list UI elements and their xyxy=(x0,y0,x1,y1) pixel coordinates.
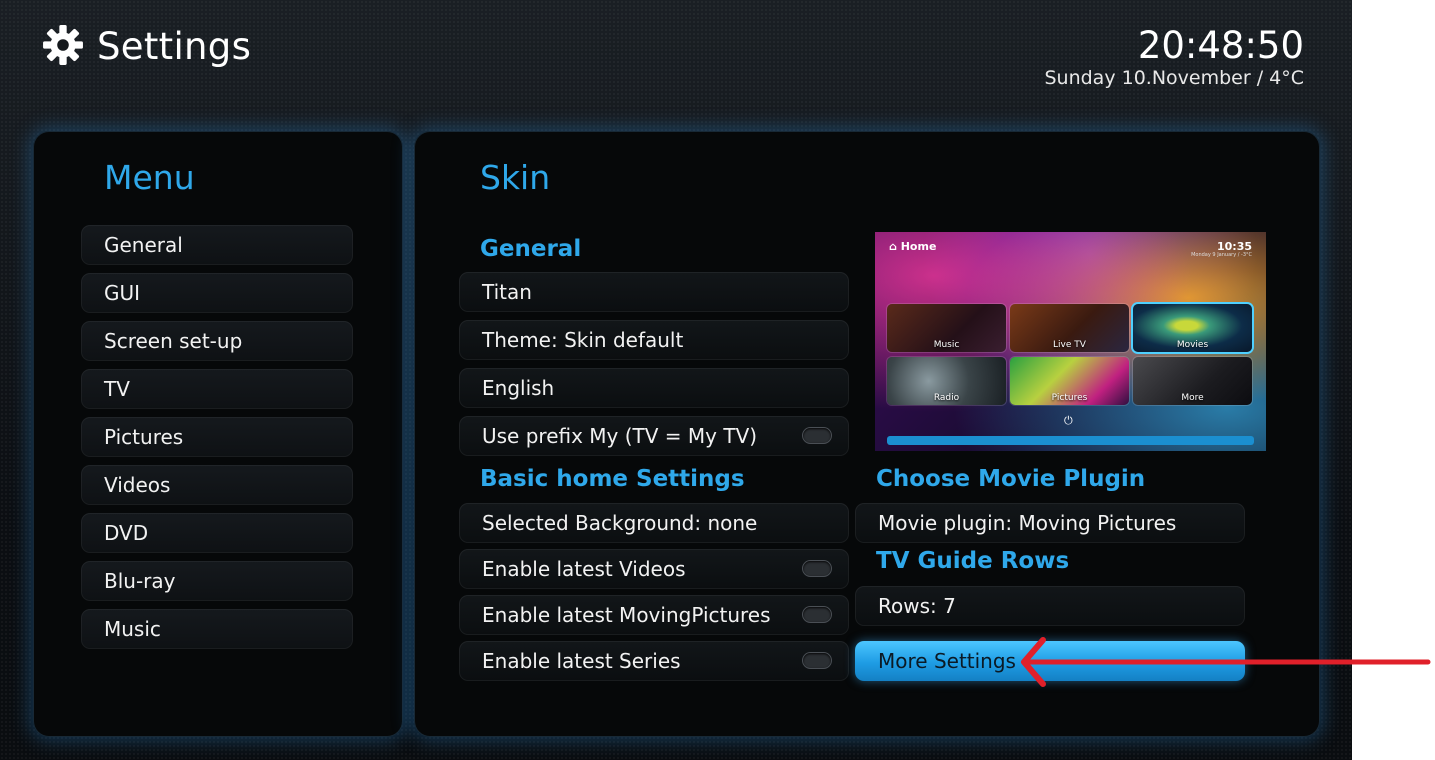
menu-heading: Menu xyxy=(104,158,195,197)
menu-item-dvd[interactable]: DVD xyxy=(81,513,353,553)
movie-plugin-select[interactable]: Movie plugin: Moving Pictures xyxy=(855,503,1245,543)
preview-tile-label: Radio xyxy=(933,393,960,403)
latest-videos-toggle[interactable] xyxy=(803,561,831,576)
preview-tile-pictures: Pictures xyxy=(1010,357,1129,405)
section-general: General xyxy=(480,236,582,262)
prefix-toggle-row[interactable]: Use prefix My (TV = My TV) xyxy=(459,416,849,456)
latest-series-label: Enable latest Series xyxy=(482,649,681,673)
power-icon: ⏻ xyxy=(1064,414,1073,427)
gear-icon xyxy=(43,25,83,65)
prefix-toggle[interactable] xyxy=(803,428,831,443)
theme-select[interactable]: Theme: Skin default xyxy=(459,320,849,360)
menu-item-bluray[interactable]: Blu-ray xyxy=(81,561,353,601)
menu-item-screen-setup[interactable]: Screen set-up xyxy=(81,321,353,361)
prefix-label: Use prefix My (TV = My TV) xyxy=(482,424,758,448)
preview-date: Monday 9 January / -3°C xyxy=(1191,252,1252,258)
preview-tile-livetv: Live TV xyxy=(1010,304,1129,352)
section-tv-guide-rows: TV Guide Rows xyxy=(876,548,1070,574)
preview-tile-music: Music xyxy=(887,304,1006,352)
skin-panel: Skin General Titan Theme: Skin default E… xyxy=(414,131,1320,737)
page-title: Settings xyxy=(97,25,252,68)
preview-tile-label: Music xyxy=(933,340,960,350)
mediaportal-screen: Settings 20:48:50 Sunday 10.November / 4… xyxy=(0,0,1352,760)
menu-item-tv[interactable]: TV xyxy=(81,369,353,409)
latest-series-toggle[interactable] xyxy=(803,653,831,668)
latest-movingpictures-toggle[interactable] xyxy=(803,607,831,622)
menu-item-general[interactable]: General xyxy=(81,225,353,265)
section-movie-plugin: Choose Movie Plugin xyxy=(876,466,1146,492)
preview-home-text: Home xyxy=(900,240,937,253)
section-basic-home: Basic home Settings xyxy=(480,466,745,492)
language-select[interactable]: English xyxy=(459,368,849,408)
preview-tile-label: Live TV xyxy=(1053,340,1086,350)
menu-panel: Menu General GUI Screen set-up TV Pictur… xyxy=(33,131,403,737)
preview-tile-label: Pictures xyxy=(1051,393,1088,403)
latest-movingpictures-row[interactable]: Enable latest MovingPictures xyxy=(459,595,849,635)
tv-guide-rows-select[interactable]: Rows: 7 xyxy=(855,586,1245,626)
preview-home-label: ⌂ Home xyxy=(889,240,936,253)
latest-series-row[interactable]: Enable latest Series xyxy=(459,641,849,681)
preview-tile-label: More xyxy=(1181,393,1204,403)
menu-item-music[interactable]: Music xyxy=(81,609,353,649)
preview-tile-radio: Radio xyxy=(887,357,1006,405)
preview-tile-more: More xyxy=(1133,357,1252,405)
skin-heading: Skin xyxy=(480,158,551,197)
date-weather: Sunday 10.November / 4°C xyxy=(1044,67,1304,89)
latest-videos-label: Enable latest Videos xyxy=(482,557,686,581)
latest-movingpictures-label: Enable latest MovingPictures xyxy=(482,603,771,627)
preview-tile-movies: Movies xyxy=(1133,304,1252,352)
more-settings-button[interactable]: More Settings xyxy=(855,641,1245,681)
background-select[interactable]: Selected Background: none xyxy=(459,503,849,543)
clock: 20:48:50 xyxy=(1137,24,1304,67)
preview-tile-label: Movies xyxy=(1176,340,1209,350)
menu-item-videos[interactable]: Videos xyxy=(81,465,353,505)
menu-item-gui[interactable]: GUI xyxy=(81,273,353,313)
preview-ticker-bar xyxy=(887,436,1254,445)
skin-preview-image: ⌂ Home 10:35 Monday 9 January / -3°C Mus… xyxy=(875,232,1266,451)
menu-item-pictures[interactable]: Pictures xyxy=(81,417,353,457)
skin-select[interactable]: Titan xyxy=(459,272,849,312)
home-icon: ⌂ xyxy=(889,240,897,253)
latest-videos-row[interactable]: Enable latest Videos xyxy=(459,549,849,589)
